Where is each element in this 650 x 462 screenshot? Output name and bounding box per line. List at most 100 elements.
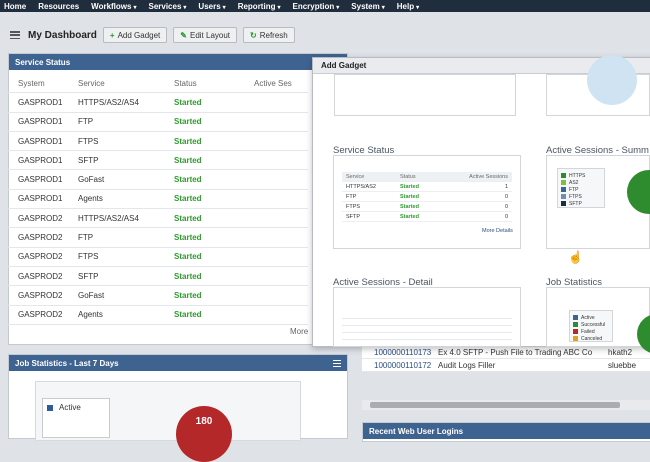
cell-service: FTP xyxy=(78,117,94,127)
panel-menu-icon[interactable] xyxy=(333,359,341,367)
job-id-link[interactable]: 1000000110172 xyxy=(362,361,438,370)
table-row[interactable]: GASPROD1 GoFast Started xyxy=(8,170,308,190)
active-sessions-detail-card[interactable] xyxy=(333,287,521,347)
add-gadget-button[interactable]: + Add Gadget xyxy=(102,27,168,43)
table-row[interactable]: 1000000110172 Audit Logs Filler sluebbe xyxy=(362,359,650,372)
chevron-down-icon: ▾ xyxy=(381,4,385,11)
horizontal-scrollbar[interactable] xyxy=(362,400,650,410)
nav-help[interactable]: Help ▾ xyxy=(397,2,419,11)
cell-status: Started xyxy=(174,117,202,127)
refresh-icon: ↻ xyxy=(250,30,257,40)
cell-status: Started xyxy=(174,175,202,185)
table-header-row: System Service Status Active Ses xyxy=(8,74,308,94)
top-nav-bar: Home Resources Workflows ▾ Services ▾ User… xyxy=(0,0,650,12)
nav-home[interactable]: Home xyxy=(4,2,26,11)
cell-status: Started xyxy=(174,136,202,146)
service-status-header: Service Status xyxy=(9,54,347,70)
preview-legend: HTTPS AS2 FTP FTPS SFTP xyxy=(557,168,605,208)
refresh-button[interactable]: ↻ Refresh xyxy=(243,27,295,43)
nav-users[interactable]: Users ▾ xyxy=(198,2,225,11)
cell-system: GASPROD2 xyxy=(18,310,63,320)
nav-system[interactable]: System ▾ xyxy=(351,2,384,11)
cell-system: GASPROD1 xyxy=(18,117,63,127)
edit-layout-button[interactable]: ✎ Edit Layout xyxy=(173,27,238,43)
chart-legend: Active xyxy=(42,398,110,438)
preview-row: SFTP Started 0 xyxy=(342,212,512,222)
cell-system: GASPROD2 xyxy=(18,271,63,281)
preview-row: FTPS Started 0 xyxy=(342,202,512,212)
cell-service: Agents xyxy=(78,310,103,320)
job-name: Audit Logs Filler xyxy=(438,360,496,370)
table-row[interactable]: GASPROD1 FTPS Started xyxy=(8,132,308,152)
legend-label: Active xyxy=(59,403,81,412)
chevron-down-icon: ▾ xyxy=(222,4,226,11)
job-user: hkath2 xyxy=(608,347,633,357)
cell-service: GoFast xyxy=(78,290,105,300)
job-name: Ex 4.0 SFTP - Push File to Trading ABC C… xyxy=(438,347,593,357)
job-user: sluebbe xyxy=(608,360,637,370)
cell-service: HTTPS/AS2/AS4 xyxy=(78,213,139,223)
summary-preview-card-top[interactable] xyxy=(546,55,650,116)
active-sessions-summary-card[interactable]: HTTPS AS2 FTP FTPS SFTP xyxy=(546,155,650,249)
nav-reporting[interactable]: Reporting ▾ xyxy=(238,2,281,11)
page-title: My Dashboard xyxy=(28,29,97,41)
cell-status: Started xyxy=(174,213,202,223)
panel-title: Job Statistics - Last 7 Days xyxy=(15,358,119,368)
pie-preview xyxy=(627,170,650,214)
table-row[interactable]: GASPROD1 FTP Started xyxy=(8,113,308,132)
cell-system: GASPROD1 xyxy=(18,136,63,146)
table-row[interactable]: GASPROD2 GoFast Started xyxy=(8,286,308,306)
web-logins-header: Recent Web User Logins xyxy=(363,423,650,439)
cell-status: Started xyxy=(174,97,202,107)
cell-status: Started xyxy=(174,310,202,320)
table-row[interactable]: GASPROD2 HTTPS/AS2/AS4 Started xyxy=(8,209,308,229)
more-details-link: More Details xyxy=(482,228,513,234)
cell-status: Started xyxy=(174,233,202,243)
table-row[interactable]: GASPROD1 Agents Started xyxy=(8,190,308,210)
more-link[interactable]: More xyxy=(290,327,308,336)
cell-service: Agents xyxy=(78,194,103,204)
nav-resources[interactable]: Resources xyxy=(38,2,79,11)
column-header: Status xyxy=(174,78,197,88)
table-row[interactable]: GASPROD2 SFTP Started xyxy=(8,267,308,287)
chevron-down-icon: ▾ xyxy=(133,4,137,11)
service-status-table: System Service Status Active Ses GASPROD… xyxy=(8,74,308,325)
table-row[interactable]: GASPROD2 FTPS Started xyxy=(8,248,308,267)
cell-service: SFTP xyxy=(78,155,99,165)
job-statistics-card[interactable]: Active Successful Failed Canceled xyxy=(546,287,650,354)
nav-workflows[interactable]: Workflows ▾ xyxy=(91,2,136,11)
news-preview-card[interactable] xyxy=(334,74,516,116)
table-row[interactable]: GASPROD1 SFTP Started xyxy=(8,151,308,171)
preview-row: HTTPS/AS2 Started 1 xyxy=(342,182,512,192)
preview-header-row: Service Status Active Sessions xyxy=(342,172,512,182)
table-row[interactable]: GASPROD2 Agents Started xyxy=(8,306,308,325)
table-row[interactable]: GASPROD1 HTTPS/AS2/AS4 Started xyxy=(8,93,308,113)
table-row[interactable]: 1000000110173 Ex 4.0 SFTP - Push File to… xyxy=(362,346,650,359)
scrollbar-thumb[interactable] xyxy=(370,402,620,408)
table-row[interactable]: GASPROD2 FTP Started xyxy=(8,228,308,248)
job-pie-chart[interactable]: 180 xyxy=(176,406,232,462)
nav-services[interactable]: Services ▾ xyxy=(148,2,186,11)
service-status-gadget-card[interactable]: Service Status Active Sessions HTTPS/AS2… xyxy=(333,155,521,249)
chevron-down-icon: ▾ xyxy=(277,4,281,11)
cell-system: GASPROD1 xyxy=(18,97,63,107)
cell-service: GoFast xyxy=(78,175,105,185)
preview-table-lines xyxy=(342,312,512,342)
pie-value-label: 180 xyxy=(195,416,213,427)
chevron-down-icon: ▾ xyxy=(416,4,420,11)
cell-system: GASPROD2 xyxy=(18,252,63,262)
menu-icon[interactable] xyxy=(10,31,20,39)
nav-encryption[interactable]: Encryption ▾ xyxy=(292,2,339,11)
preview-table: Service Status Active Sessions HTTPS/AS2… xyxy=(342,172,512,222)
cell-status: Started xyxy=(174,252,202,262)
web-logins-panel: Recent Web User Logins xyxy=(362,422,650,442)
cell-service: HTTPS/AS2/AS4 xyxy=(78,97,139,107)
cell-system: GASPROD1 xyxy=(18,155,63,165)
cell-system: GASPROD2 xyxy=(18,233,63,243)
dashboard-toolbar: My Dashboard + Add Gadget ✎ Edit Layout … xyxy=(0,24,650,46)
job-id-link[interactable]: 1000000110173 xyxy=(362,348,438,357)
cell-system: GASPROD1 xyxy=(18,175,63,185)
pie-preview xyxy=(587,55,637,105)
cell-service: SFTP xyxy=(78,271,99,281)
cell-service: FTPS xyxy=(78,252,99,262)
